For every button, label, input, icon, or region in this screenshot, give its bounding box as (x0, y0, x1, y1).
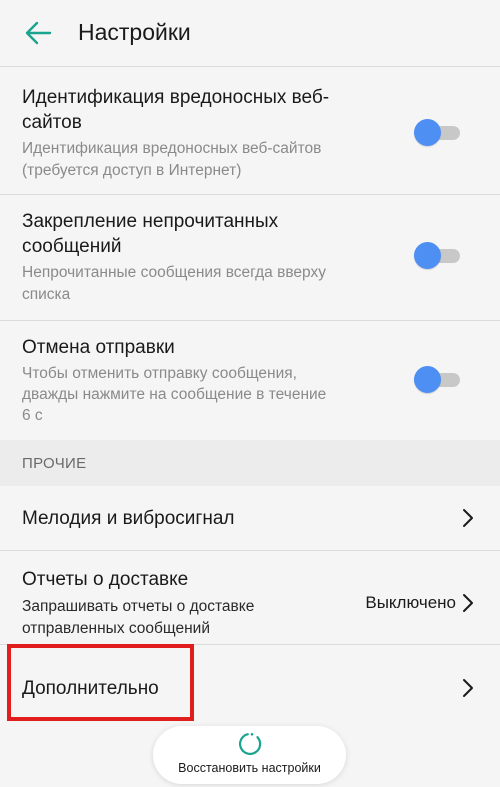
chevron-right-icon (463, 509, 473, 527)
setting-delivery-reports[interactable]: Отчеты о доставке Запрашивать отчеты о д… (0, 551, 500, 644)
setting-description-line3: 6 с (22, 407, 43, 424)
setting-title: Отчеты о доставке (22, 569, 189, 590)
app-header: Настройки (0, 0, 500, 66)
arrow-left-icon[interactable] (24, 19, 52, 47)
setting-ringtone[interactable]: Мелодия и вибросигнал (0, 486, 500, 550)
setting-value: Выключено (365, 593, 456, 612)
toggle-knob (414, 366, 441, 393)
restore-settings-label: Восстановить настройки (178, 761, 321, 775)
setting-description-line1: Непрочитанные сообщения всегда вверху (22, 264, 326, 281)
setting-description-line2: списка (22, 286, 71, 303)
setting-title-line2: сообщений (22, 236, 122, 257)
setting-description-line2: (требуется доступ в Интернет) (22, 162, 242, 179)
setting-description-line2: дважды нажмите на сообщение в течение (22, 386, 327, 403)
setting-description-line2: отправленных сообщений (22, 620, 210, 637)
setting-title-line1: Идентификация вредоносных веб- (22, 87, 330, 108)
cancel-send-toggle[interactable] (414, 365, 462, 393)
setting-malicious-sites[interactable]: Идентификация вредоносных веб- сайтов Ид… (0, 67, 500, 194)
page-title: Настройки (78, 19, 191, 45)
setting-pin-unread[interactable]: Закрепление непрочитанных сообщений Непр… (0, 195, 500, 320)
pin-unread-toggle[interactable] (414, 241, 462, 269)
toggle-knob (414, 242, 441, 269)
setting-description-line1: Чтобы отменить отправку сообщения, (22, 365, 297, 382)
setting-description-line1: Идентификация вредоносных веб-сайтов (22, 140, 322, 157)
setting-title: Отмена отправки (22, 337, 175, 358)
setting-cancel-send[interactable]: Отмена отправки Чтобы отменить отправку … (0, 321, 500, 440)
section-header-label: ПРОЧИЕ (22, 455, 87, 472)
setting-description-line1: Запрашивать отчеты о доставке (22, 598, 255, 615)
restore-settings-button[interactable]: Восстановить настройки (153, 726, 346, 784)
chevron-right-icon (463, 594, 473, 612)
refresh-icon (239, 733, 262, 756)
chevron-right-icon (463, 679, 473, 697)
setting-title-line2: сайтов (22, 112, 82, 133)
malicious-sites-toggle[interactable] (414, 118, 462, 146)
setting-title-line1: Закрепление непрочитанных (22, 211, 279, 232)
highlight-annotation-box (7, 644, 194, 721)
section-header-other: ПРОЧИЕ (0, 440, 500, 486)
setting-title: Мелодия и вибросигнал (22, 508, 235, 529)
toggle-knob (414, 119, 441, 146)
